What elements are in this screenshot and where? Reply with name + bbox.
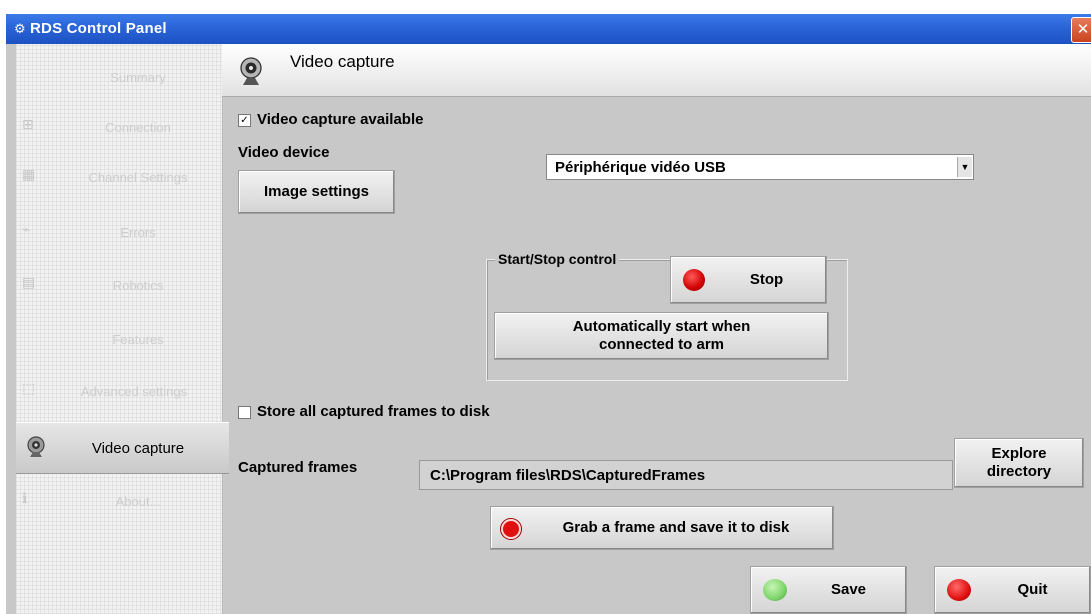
sidebar-item-errors[interactable]: ⌁ Errors bbox=[16, 207, 222, 257]
video-device-label: Video device bbox=[238, 144, 330, 161]
checkbox-checked-icon: ✓ bbox=[238, 113, 251, 127]
about-icon: ℹ bbox=[22, 490, 28, 506]
channel-icon: ▦ bbox=[22, 166, 36, 182]
stop-label: Stop bbox=[749, 271, 784, 288]
start-stop-group-title: Start/Stop control bbox=[495, 251, 620, 267]
sidebar-item-connection[interactable]: ⊞ Connection bbox=[16, 102, 222, 152]
video-device-value: Périphérique vidéo USB bbox=[555, 159, 726, 176]
sidebar-item-label: Video capture bbox=[91, 439, 185, 457]
sidebar-item-video-capture[interactable]: Video capture bbox=[16, 422, 229, 474]
captured-frames-path-field[interactable]: C:\Program files\RDS\CapturedFrames bbox=[419, 460, 953, 490]
image-settings-button[interactable]: Image settings bbox=[238, 170, 395, 214]
save-label: Save bbox=[830, 581, 867, 598]
sidebar-item-about[interactable]: ℹ About... bbox=[16, 476, 222, 526]
app-icon: ⚙ bbox=[14, 21, 26, 36]
quit-button[interactable]: Quit bbox=[934, 566, 1091, 614]
sidebar-item-advanced-settings[interactable]: ⬚ Advanced settings bbox=[16, 366, 222, 416]
checkbox-unchecked-icon bbox=[238, 405, 251, 419]
advanced-icon: ⬚ bbox=[22, 380, 36, 396]
grab-frame-button[interactable]: Grab a frame and save it to disk bbox=[490, 506, 834, 550]
store-frames-label: Store all captured frames to disk bbox=[257, 403, 490, 420]
store-frames-checkbox[interactable]: Store all captured frames to disk bbox=[238, 403, 490, 420]
explore-directory-button[interactable]: Explore directory bbox=[954, 438, 1084, 488]
video-capture-available-label: Video capture available bbox=[257, 111, 424, 128]
close-icon: ✕ bbox=[1076, 21, 1090, 38]
sidebar-item-features[interactable]: Features bbox=[16, 314, 222, 364]
quit-label: Quit bbox=[1017, 581, 1048, 598]
sidebar-item-label: Errors bbox=[120, 224, 156, 240]
sidebar-item-label: Connection bbox=[105, 119, 171, 135]
explore-directory-label: Explore directory bbox=[986, 445, 1052, 480]
save-button[interactable]: Save bbox=[750, 566, 907, 614]
captured-frames-path: C:\Program files\RDS\CapturedFrames bbox=[430, 467, 706, 484]
connection-icon: ⊞ bbox=[22, 116, 34, 132]
captured-frames-label: Captured frames bbox=[238, 459, 358, 476]
sidebar-item-label: Advanced settings bbox=[80, 383, 188, 399]
app-window: ⚙ RDS Control Panel ✕ Summary ⊞ Connecti… bbox=[6, 14, 1091, 614]
sidebar-item-label: Robotics bbox=[112, 277, 164, 293]
webcam-icon bbox=[27, 436, 45, 457]
sidebar-item-channel-settings[interactable]: ▦ Channel Settings bbox=[16, 152, 222, 202]
auto-start-button[interactable]: Automatically start when connected to ar… bbox=[494, 312, 829, 360]
stop-button[interactable]: Stop bbox=[670, 256, 827, 304]
page-header: Video capture bbox=[222, 44, 1091, 97]
sidebar-item-label: About... bbox=[115, 493, 161, 509]
dropdown-arrow-icon[interactable]: ▼ bbox=[957, 157, 972, 177]
title-bar[interactable]: ⚙ RDS Control Panel ✕ bbox=[6, 14, 1091, 44]
close-button[interactable]: ✕ bbox=[1071, 17, 1091, 43]
sidebar-item-summary[interactable]: Summary bbox=[16, 52, 222, 102]
sidebar: Summary ⊞ Connection ▦ Channel Settings … bbox=[16, 44, 229, 614]
grab-frame-label: Grab a frame and save it to disk bbox=[562, 519, 790, 536]
sidebar-item-label: Features bbox=[112, 331, 164, 347]
video-device-select[interactable]: Périphérique vidéo USB ▼ bbox=[546, 154, 974, 180]
robotics-icon: ▤ bbox=[22, 274, 36, 290]
errors-icon: ⌁ bbox=[22, 221, 31, 237]
window-title: RDS Control Panel bbox=[30, 20, 167, 37]
image-settings-label: Image settings bbox=[263, 183, 370, 200]
page-title: Video capture bbox=[290, 52, 395, 71]
sidebar-item-robotics[interactable]: ▤ Robotics bbox=[16, 260, 222, 310]
video-capture-available-checkbox[interactable]: ✓ Video capture available bbox=[238, 111, 423, 128]
sidebar-item-label: Summary bbox=[110, 69, 166, 85]
auto-start-label: Automatically start when connected to ar… bbox=[572, 318, 751, 353]
webcam-icon bbox=[240, 57, 262, 85]
sidebar-item-label: Channel Settings bbox=[88, 169, 188, 185]
